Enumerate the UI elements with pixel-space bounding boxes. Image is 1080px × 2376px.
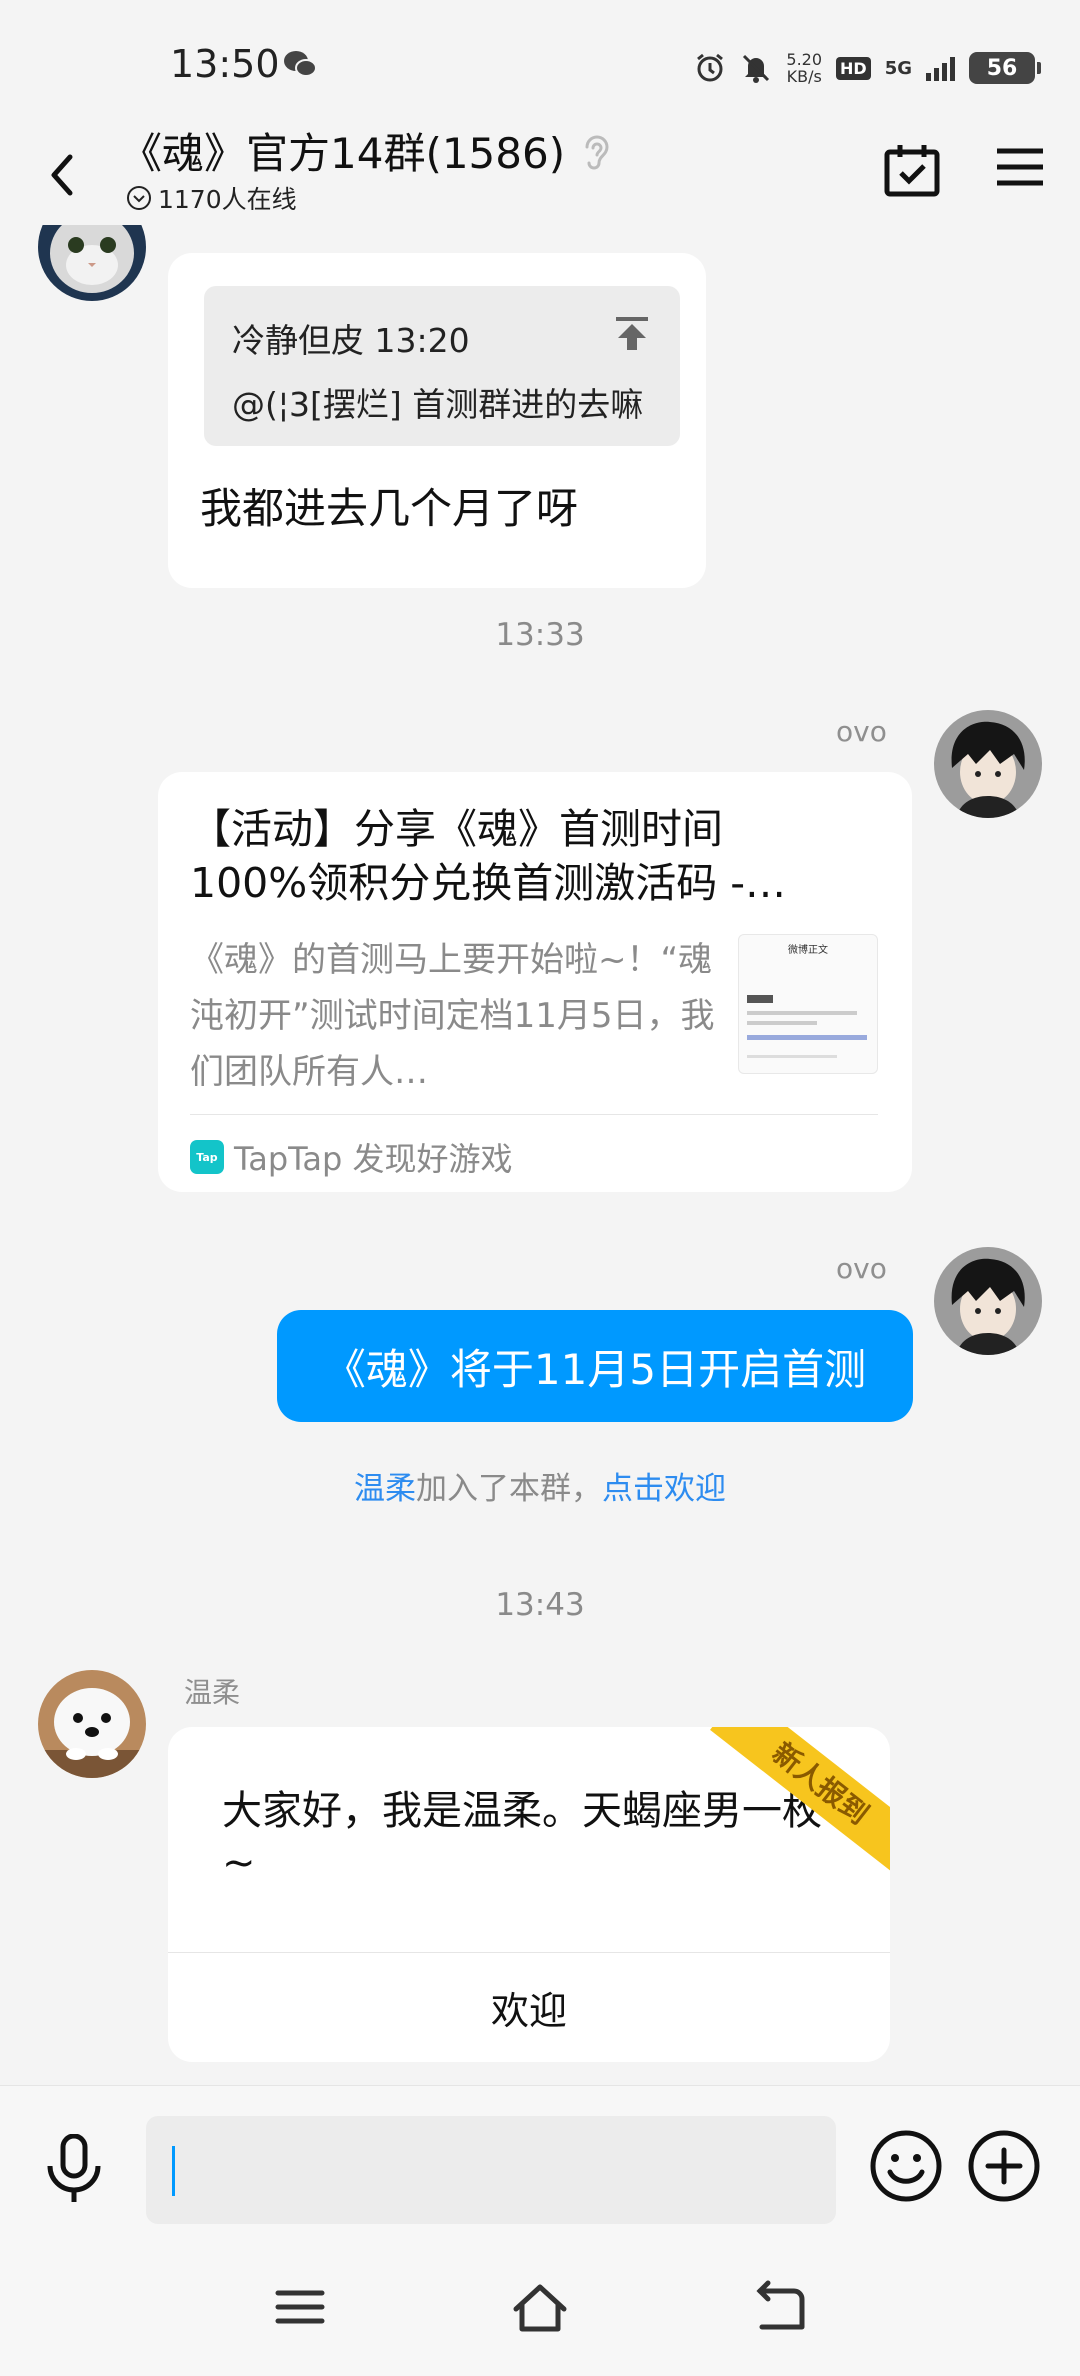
- card-title-line-2: 100%领积分兑换首测激活码 -…: [190, 859, 787, 907]
- message-input[interactable]: [146, 2116, 836, 2224]
- newcomer-card[interactable]: 大家好，我是温柔。天蝎座男一枚~ 新人报到 欢迎: [168, 1727, 890, 2062]
- ear-icon: [585, 135, 609, 169]
- home-icon[interactable]: [510, 2279, 570, 2335]
- card-source-label: TapTap 发现好游戏: [234, 1140, 513, 1178]
- welcome-button[interactable]: 欢迎: [168, 1953, 890, 2062]
- quote-author-time: 冷静但皮 13:20: [232, 321, 470, 360]
- link-card-message[interactable]: 【活动】分享《魂》首测时间 100%领积分兑换首测激活码 -… 《魂》的首测马上…: [158, 772, 912, 1192]
- avatar-ovo[interactable]: [934, 1247, 1042, 1355]
- jump-to-quote-icon[interactable]: [612, 314, 652, 354]
- alarm-icon: [697, 53, 724, 82]
- anime-avatar-image: [934, 710, 1042, 818]
- thumb-title: 微博正文: [788, 945, 828, 956]
- chat-area[interactable]: 冷静但皮 13:20 @(¦3[摆烂] 首测群进的去嘛 我都进去几个月了呀 13…: [0, 225, 1080, 2085]
- emoji-icon[interactable]: [868, 2128, 944, 2204]
- quoted-message[interactable]: 冷静但皮 13:20 @(¦3[摆烂] 首测群进的去嘛: [204, 286, 680, 446]
- avatar-cat[interactable]: [38, 225, 146, 301]
- online-status[interactable]: 1170人在线: [126, 180, 297, 216]
- network-type: 5G: [884, 57, 912, 79]
- plus-icon[interactable]: [966, 2128, 1042, 2204]
- sender-name: ovo: [836, 1252, 887, 1285]
- welcome-link[interactable]: 点击欢迎: [602, 1471, 726, 1507]
- card-thumbnail: 微博正文: [738, 934, 878, 1074]
- joined-user-link[interactable]: 温柔: [354, 1471, 416, 1507]
- card-source: Tap TapTap 发现好游戏: [190, 1134, 513, 1180]
- battery-icon: 56: [969, 52, 1041, 84]
- recent-apps-icon[interactable]: [270, 2279, 330, 2335]
- net-speed-unit: KB/s: [786, 67, 822, 86]
- net-speed: 5.20 KB/s: [786, 51, 822, 85]
- status-time: 13:50: [170, 42, 280, 86]
- text-caret: [172, 2146, 175, 2196]
- reply-message-bubble[interactable]: 冷静但皮 13:20 @(¦3[摆烂] 首测群进的去嘛 我都进去几个月了呀: [168, 253, 706, 588]
- card-title-line-1: 【活动】分享《魂》首测时间: [190, 805, 723, 853]
- menu-icon[interactable]: [995, 145, 1045, 189]
- quote-text: @(¦3[摆烂] 首测群进的去嘛: [232, 385, 644, 424]
- microphone-icon[interactable]: [42, 2134, 106, 2204]
- dog-avatar-image: [38, 1670, 146, 1778]
- timestamp: 13:33: [495, 617, 585, 653]
- status-icons: 5.20 KB/s HD 5G 56: [694, 48, 1041, 88]
- join-notice: 温柔加入了本群，点击欢迎: [0, 1463, 1080, 1508]
- status-bar: 13:50 5.20 KB/s HD 5G 56: [0, 0, 1080, 130]
- wechat-icon: [284, 51, 317, 77]
- system-navigation-bar: [0, 2235, 1080, 2376]
- calendar-check-icon[interactable]: [882, 140, 942, 200]
- sender-name: 温柔: [184, 1676, 241, 1709]
- avatar-wenrou[interactable]: [38, 1670, 146, 1778]
- back-icon[interactable]: [40, 145, 90, 205]
- card-description: 《魂》的首测马上要开始啦~！“魂沌初开”测试时间定档11月5日，我们团队所有人…: [190, 940, 715, 1092]
- sent-message-bubble[interactable]: 《魂》将于11月5日开启首测: [277, 1310, 913, 1422]
- back-nav-icon[interactable]: [750, 2279, 810, 2335]
- taptap-icon: Tap: [190, 1140, 224, 1174]
- join-notice-text: 加入了本群，: [416, 1471, 602, 1507]
- chevron-circle-icon: [127, 186, 151, 210]
- card-divider: [190, 1114, 878, 1115]
- group-title-text: 《魂》官方14群(1586): [120, 129, 566, 178]
- card-title: 【活动】分享《魂》首测时间 100%领积分兑换首测激活码 -…: [190, 802, 850, 910]
- group-title[interactable]: 《魂》官方14群(1586): [120, 120, 613, 181]
- hd-badge: HD: [836, 56, 871, 80]
- signal-icon: [926, 55, 955, 81]
- online-count: 1170人在线: [158, 185, 297, 214]
- timestamp: 13:43: [495, 1587, 585, 1623]
- message-text: 《魂》将于11月5日开启首测: [323, 1344, 867, 1394]
- avatar-ovo[interactable]: [934, 710, 1042, 818]
- anime-avatar-image: [934, 1247, 1042, 1355]
- battery-level: 56: [986, 55, 1018, 81]
- net-speed-value: 5.20: [786, 50, 823, 69]
- chat-header: 《魂》官方14群(1586) 1170人在线: [0, 115, 1080, 225]
- sender-name: ovo: [836, 715, 887, 748]
- message-text: 我都进去几个月了呀: [200, 484, 579, 533]
- cat-avatar-image: [38, 225, 146, 301]
- input-bar: [0, 2085, 1080, 2235]
- message-text: 大家好，我是温柔。天蝎座男一枚~: [222, 1788, 822, 1886]
- mute-icon: [743, 54, 770, 83]
